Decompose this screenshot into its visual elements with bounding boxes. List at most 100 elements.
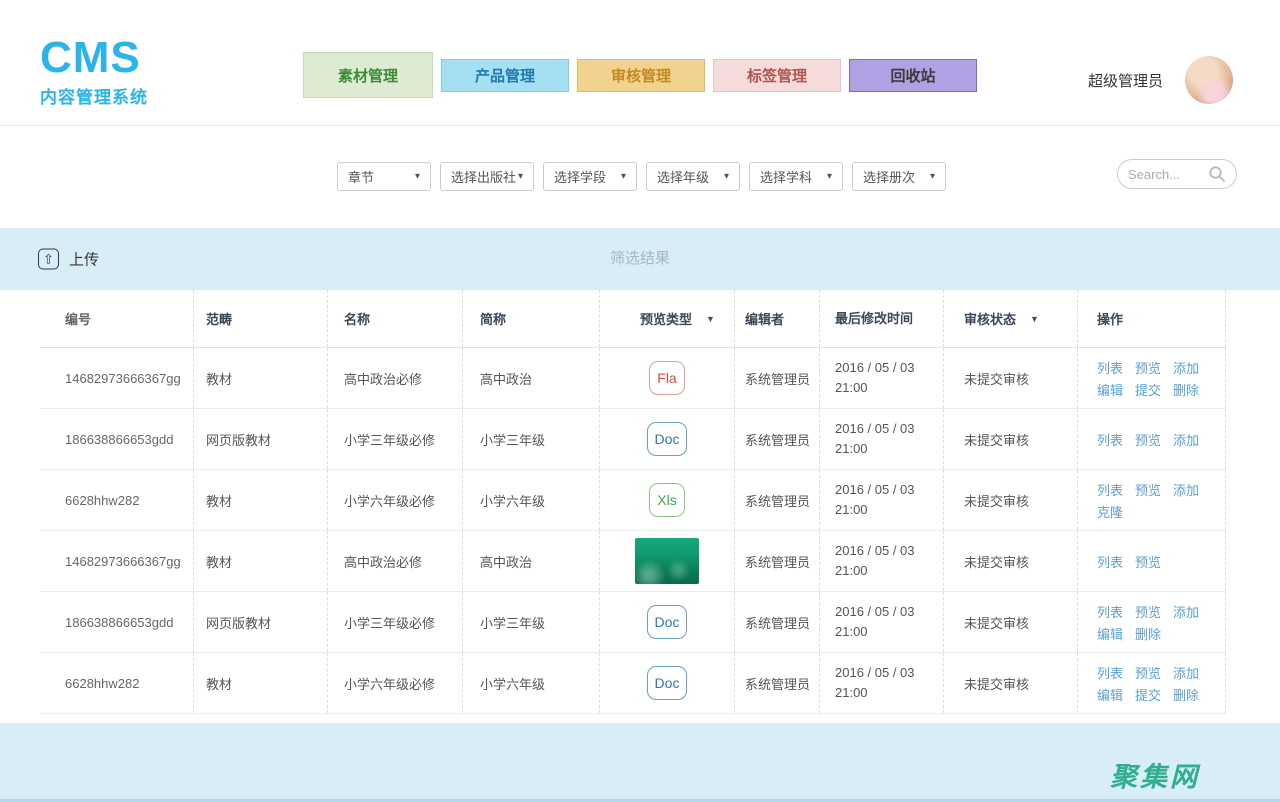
modified-time-cell: 2016 / 05 / 0321:00 xyxy=(820,470,944,530)
action-link-add[interactable]: 添加 xyxy=(1173,430,1199,449)
action-link-add[interactable]: 添加 xyxy=(1173,480,1199,499)
category-cell: 教材 xyxy=(194,653,328,713)
action-link-preview[interactable]: 预览 xyxy=(1135,480,1161,499)
action-link-delete[interactable]: 删除 xyxy=(1173,685,1199,704)
action-links: 列表预览添加编辑提交删除 xyxy=(1097,358,1225,399)
editor-cell: 系统管理员 xyxy=(735,470,820,530)
alias-cell: 小学三年级 xyxy=(463,592,600,652)
nav-tab-recycle-bin[interactable]: 回收站 xyxy=(849,59,977,92)
preview-type-badge: Xls xyxy=(649,483,684,517)
dropdown-subject[interactable]: 选择学科▾ xyxy=(749,162,843,191)
chevron-down-icon: ▾ xyxy=(930,171,935,182)
column-header-1: 编号 xyxy=(40,290,194,347)
status-cell: 未提交审核 xyxy=(944,653,1078,713)
action-link-preview[interactable]: 预览 xyxy=(1135,663,1161,682)
modified-time-cell: 2016 / 05 / 0321:00 xyxy=(820,348,944,408)
editor-cell: 系统管理员 xyxy=(735,592,820,652)
search-icon[interactable] xyxy=(1208,165,1226,183)
name-cell: 小学六年级必修 xyxy=(328,470,463,530)
action-link-delete[interactable]: 删除 xyxy=(1135,624,1161,643)
nav-tab-review[interactable]: 审核管理 xyxy=(577,59,705,92)
modified-datetime: 2016 / 05 / 0321:00 xyxy=(835,419,915,459)
name-cell: 高中政治必修 xyxy=(328,531,463,591)
action-links: 列表预览添加编辑删除 xyxy=(1097,602,1225,643)
action-link-add[interactable]: 添加 xyxy=(1173,663,1199,682)
actions-cell: 列表预览添加编辑删除 xyxy=(1078,592,1226,652)
id-cell: 186638866653gdd xyxy=(40,409,194,469)
id-cell: 14682973666367gg xyxy=(40,531,194,591)
user-avatar[interactable] xyxy=(1185,56,1233,104)
column-header-9: 操作 xyxy=(1078,290,1226,347)
action-link-delete[interactable]: 删除 xyxy=(1173,380,1199,399)
dropdown-stage[interactable]: 选择学段▾ xyxy=(543,162,637,191)
preview-thumbnail-image[interactable] xyxy=(635,538,699,584)
nav-tab-tags[interactable]: 标签管理 xyxy=(713,59,841,92)
user-name: 超级管理员 xyxy=(1088,70,1163,91)
action-link-preview[interactable]: 预览 xyxy=(1135,430,1161,449)
id-cell: 14682973666367gg xyxy=(40,348,194,408)
search-input[interactable] xyxy=(1128,167,1204,182)
preview-type-badge: Doc xyxy=(647,605,688,639)
table-row: 6628hhw282教材小学六年级必修小学六年级Xls系统管理员2016 / 0… xyxy=(40,470,1226,531)
action-link-preview[interactable]: 预览 xyxy=(1135,552,1161,571)
dropdown-grade[interactable]: 选择年级▾ xyxy=(646,162,740,191)
status-cell: 未提交审核 xyxy=(944,348,1078,408)
dropdown-label: 选择年级 xyxy=(657,167,709,186)
logo-subtitle: 内容管理系统 xyxy=(40,83,148,108)
category-cell: 教材 xyxy=(194,470,328,530)
column-header-label: 名称 xyxy=(344,309,370,328)
table-row: 186638866653gdd网页版教材小学三年级必修小学三年级Doc系统管理员… xyxy=(40,592,1226,653)
sort-caret-icon[interactable]: ▼ xyxy=(706,314,715,324)
action-link-list[interactable]: 列表 xyxy=(1097,602,1123,621)
preview-cell: Xls xyxy=(600,470,735,530)
category-cell: 网页版教材 xyxy=(194,409,328,469)
action-link-submit[interactable]: 提交 xyxy=(1135,685,1161,704)
actions-cell: 列表预览添加编辑提交删除 xyxy=(1078,348,1226,408)
action-link-preview[interactable]: 预览 xyxy=(1135,358,1161,377)
preview-type-badge: Doc xyxy=(647,422,688,456)
action-link-list[interactable]: 列表 xyxy=(1097,480,1123,499)
dropdown-volume[interactable]: 选择册次▾ xyxy=(852,162,946,191)
action-link-list[interactable]: 列表 xyxy=(1097,552,1123,571)
preview-cell: Doc xyxy=(600,592,735,652)
preview-type-badge: Doc xyxy=(647,666,688,700)
action-link-list[interactable]: 列表 xyxy=(1097,430,1123,449)
nav-tab-products[interactable]: 产品管理 xyxy=(441,59,569,92)
modified-time-cell: 2016 / 05 / 0321:00 xyxy=(820,653,944,713)
action-link-clone[interactable]: 克隆 xyxy=(1097,502,1123,521)
column-header-label: 范畴 xyxy=(206,309,232,328)
column-header-2: 范畴 xyxy=(194,290,328,347)
modified-datetime: 2016 / 05 / 0321:00 xyxy=(835,663,915,703)
dropdown-publisher[interactable]: 选择出版社▾ xyxy=(440,162,534,191)
action-link-edit[interactable]: 编辑 xyxy=(1097,624,1123,643)
action-link-add[interactable]: 添加 xyxy=(1173,358,1199,377)
chevron-down-icon: ▾ xyxy=(518,171,523,182)
status-cell: 未提交审核 xyxy=(944,409,1078,469)
alias-cell: 高中政治 xyxy=(463,531,600,591)
alias-cell: 小学三年级 xyxy=(463,409,600,469)
column-header-label: 编辑者 xyxy=(745,309,784,328)
action-link-preview[interactable]: 预览 xyxy=(1135,602,1161,621)
modified-time-cell: 2016 / 05 / 0321:00 xyxy=(820,409,944,469)
action-link-edit[interactable]: 编辑 xyxy=(1097,685,1123,704)
dropdown-chapter[interactable]: 章节▾ xyxy=(337,162,431,191)
action-links: 列表预览 xyxy=(1097,552,1225,571)
name-cell: 小学六年级必修 xyxy=(328,653,463,713)
action-link-list[interactable]: 列表 xyxy=(1097,358,1123,377)
sort-caret-icon[interactable]: ▼ xyxy=(1030,314,1039,324)
action-link-add[interactable]: 添加 xyxy=(1173,602,1199,621)
alias-cell: 小学六年级 xyxy=(463,470,600,530)
nav-tab-materials[interactable]: 素材管理 xyxy=(303,52,433,98)
column-header-8[interactable]: 审核状态▼ xyxy=(944,290,1078,347)
modified-time-cell: 2016 / 05 / 0321:00 xyxy=(820,531,944,591)
action-link-edit[interactable]: 编辑 xyxy=(1097,380,1123,399)
materials-table: 编号范畴名称简称预览类型▼编辑者最后修改时间审核状态▼操作 1468297366… xyxy=(40,290,1226,714)
action-link-list[interactable]: 列表 xyxy=(1097,663,1123,682)
action-bar: ⇧ 上传 筛选结果 xyxy=(0,228,1280,290)
preview-cell: Doc xyxy=(600,653,735,713)
filter-row: 章节▾选择出版社▾选择学段▾选择年级▾选择学科▾选择册次▾ xyxy=(0,126,1280,228)
column-header-5[interactable]: 预览类型▼ xyxy=(600,290,735,347)
action-link-submit[interactable]: 提交 xyxy=(1135,380,1161,399)
page-footer: 聚集网 xyxy=(0,723,1280,802)
app-logo: CMS 内容管理系统 xyxy=(40,36,148,108)
